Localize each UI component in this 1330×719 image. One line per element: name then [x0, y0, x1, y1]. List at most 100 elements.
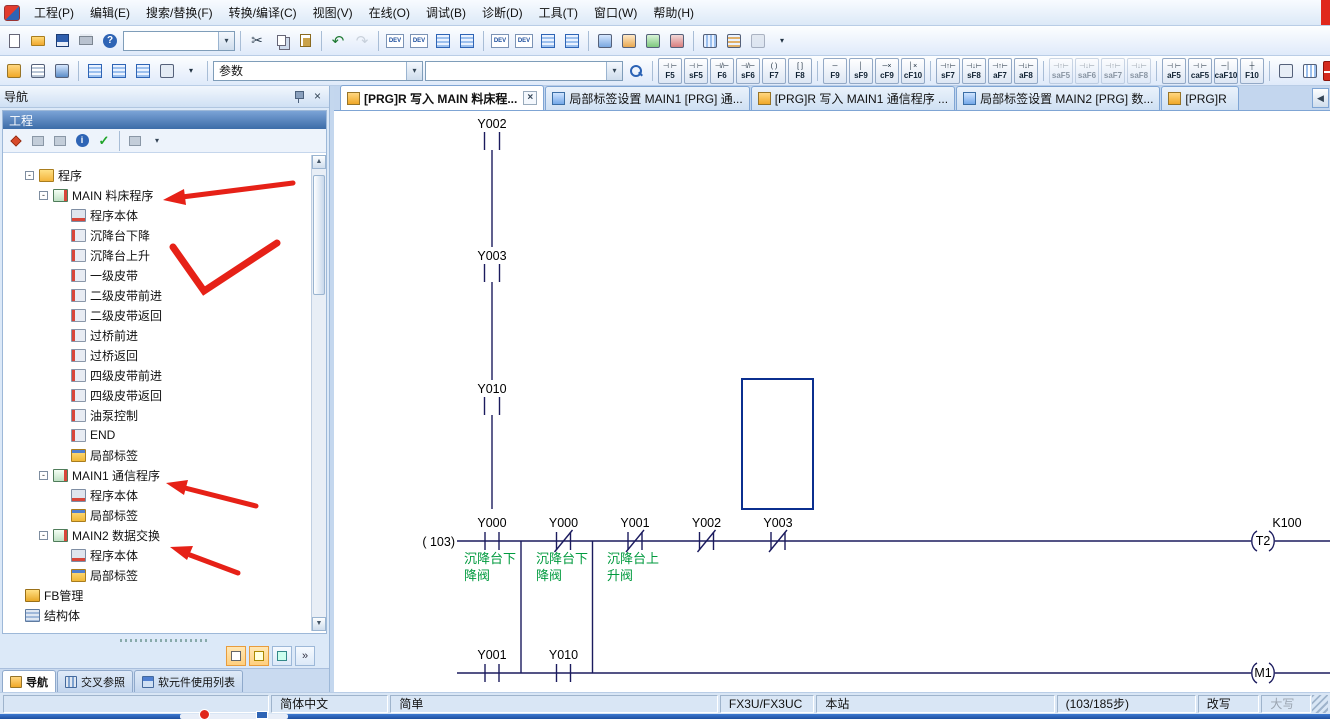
fkey-f6[interactable]: ⊣/⊢F6 — [710, 58, 734, 84]
print-icon[interactable] — [75, 30, 97, 52]
output-window-icon[interactable] — [27, 60, 49, 82]
tree-item-section[interactable]: 四级皮带前进 — [3, 365, 326, 385]
edit-cursor-box[interactable] — [742, 379, 813, 509]
fkey-cf10[interactable]: │×cF10 — [901, 58, 925, 84]
navigation-window-icon[interactable] — [3, 60, 25, 82]
save-layout-icon[interactable] — [272, 646, 292, 666]
inline-st-icon[interactable] — [1275, 60, 1297, 82]
fkey-f5[interactable]: ⊣ ⊢F5 — [658, 58, 682, 84]
tree-item-main2[interactable]: -MAIN2 数据交换 — [3, 525, 326, 545]
resize-grip[interactable] — [1312, 695, 1328, 713]
undo-icon[interactable]: ↶ — [327, 30, 349, 52]
tree-item-program-body[interactable]: 程序本体 — [3, 205, 326, 225]
project-parameter-icon[interactable] — [6, 131, 26, 151]
menu-view[interactable]: 视图(V) — [305, 0, 361, 25]
filter-dropdown-icon[interactable]: ▾ — [147, 131, 167, 151]
tree-item-section[interactable]: 四级皮带返回 — [3, 385, 326, 405]
tree-item-section[interactable]: 过桥前进 — [3, 325, 326, 345]
nav-tab-navigation[interactable]: 导航 — [2, 670, 56, 692]
fkey-cf9[interactable]: ─×cF9 — [875, 58, 899, 84]
device-combo[interactable]: ▾ — [123, 31, 235, 51]
pin-icon[interactable] — [292, 90, 306, 104]
close-icon[interactable]: × — [310, 89, 325, 104]
expander-icon[interactable]: - — [39, 531, 48, 540]
combo-dropdown-icon[interactable]: ▾ — [606, 62, 622, 80]
ladder-editor-icon[interactable] — [84, 60, 106, 82]
tree-item-program-body[interactable]: 程序本体 — [3, 485, 326, 505]
fkey-saf8[interactable]: ⊣↓⊢saF8 — [1127, 58, 1151, 84]
simulation-icon[interactable] — [747, 30, 769, 52]
menu-edit[interactable]: 编辑(E) — [82, 0, 138, 25]
edit-mode-icon[interactable] — [249, 646, 269, 666]
combo-dropdown-icon[interactable]: ▾ — [406, 62, 422, 80]
toolbar-overflow-icon[interactable]: ▾ — [771, 30, 793, 52]
expander-icon[interactable]: - — [25, 171, 34, 180]
tree-item-program-folder[interactable]: -程序 — [3, 165, 326, 185]
fkey-f10[interactable]: ┼F10 — [1240, 58, 1264, 84]
search-icon[interactable] — [625, 60, 647, 82]
fkey-sf6[interactable]: ⊣/⊢sF6 — [736, 58, 760, 84]
copy-icon[interactable] — [270, 30, 292, 52]
new-project-icon[interactable] — [3, 30, 25, 52]
close-icon[interactable]: × — [523, 91, 537, 105]
menu-project[interactable]: 工程(P) — [26, 0, 82, 25]
scroll-down-icon[interactable]: ▼ — [312, 617, 326, 631]
tree-item-local-label[interactable]: 局部标签 — [3, 505, 326, 525]
open-project-icon[interactable] — [27, 30, 49, 52]
fkey-saf5[interactable]: ⊣↑⊢saF5 — [1049, 58, 1073, 84]
edit-lock-icon[interactable] — [1323, 61, 1330, 81]
program-list-icon[interactable] — [561, 30, 583, 52]
fkey-saf7[interactable]: ⊣↑⊢saF7 — [1101, 58, 1125, 84]
tree-item-local-label[interactable]: 局部标签 — [3, 565, 326, 585]
device-monitor-icon[interactable]: DEV — [408, 30, 430, 52]
sort-icon[interactable] — [226, 646, 246, 666]
panel-resize-handle[interactable] — [0, 636, 329, 644]
cut-icon[interactable]: ✂ — [246, 30, 268, 52]
menu-tools[interactable]: 工具(T) — [531, 0, 586, 25]
fkey-caf10[interactable]: ─│caF10 — [1214, 58, 1238, 84]
tree-item-section[interactable]: 二级皮带前进 — [3, 285, 326, 305]
zoom-icon[interactable] — [156, 60, 178, 82]
ladder-canvas[interactable]: Y002 Y003 Y010 ( 103) Y000 Y000 Y001 Y00… — [334, 111, 1330, 692]
sampling-trace-icon[interactable] — [537, 30, 559, 52]
tree-item-section[interactable]: 油泵控制 — [3, 405, 326, 425]
menu-debug[interactable]: 调试(B) — [418, 0, 474, 25]
tree-item-end[interactable]: END — [3, 425, 326, 445]
parameter-combo[interactable]: 参数▾ — [213, 61, 423, 81]
nav-tab-device-list[interactable]: 软元件使用列表 — [134, 670, 243, 692]
device-batch-monitor-icon[interactable]: DEV — [489, 30, 511, 52]
stl-instruction-icon[interactable] — [1299, 60, 1321, 82]
tree-item-structure[interactable]: 结构体 — [3, 605, 326, 625]
write-to-plc-icon[interactable] — [594, 30, 616, 52]
buffer-memory-icon[interactable]: DEV — [513, 30, 535, 52]
verify-with-plc-icon[interactable] — [642, 30, 664, 52]
taskbar-app-icon-red[interactable] — [199, 709, 210, 719]
tab-scroll-left-icon[interactable]: ◀ — [1312, 88, 1329, 108]
info-icon[interactable]: i — [72, 131, 92, 151]
tree-item-program-body[interactable]: 程序本体 — [3, 545, 326, 565]
fkey-saf6[interactable]: ⊣↓⊢saF6 — [1075, 58, 1099, 84]
tree-item-section[interactable]: 一级皮带 — [3, 265, 326, 285]
scroll-up-icon[interactable]: ▲ — [312, 155, 326, 169]
ladder-monitor-icon[interactable] — [432, 30, 454, 52]
doc-tab-main1-program[interactable]: [PRG]R 写入 MAIN1 通信程序 ... — [751, 86, 955, 110]
watch-window-icon[interactable] — [456, 30, 478, 52]
zoom-dropdown-icon[interactable]: ▾ — [180, 60, 202, 82]
doc-tab-main2-program[interactable]: [PRG]R — [1161, 86, 1239, 110]
fkey-sf9[interactable]: │sF9 — [849, 58, 873, 84]
filter-icon[interactable] — [125, 131, 145, 151]
save-icon[interactable] — [51, 30, 73, 52]
scrollbar-thumb[interactable] — [313, 175, 325, 295]
menu-diagnostics[interactable]: 诊断(D) — [474, 0, 531, 25]
tree-item-section[interactable]: 过桥返回 — [3, 345, 326, 365]
remote-operation-icon[interactable] — [666, 30, 688, 52]
fkey-caf5[interactable]: ⊣ ⊢caF5 — [1188, 58, 1212, 84]
tree-item-section[interactable]: 沉降台上升 — [3, 245, 326, 265]
combo-dropdown-icon[interactable]: ▾ — [218, 32, 234, 50]
fkey-f7[interactable]: ( )F7 — [762, 58, 786, 84]
device-memory-icon[interactable]: DEV — [384, 30, 406, 52]
label-editor-icon[interactable] — [132, 60, 154, 82]
fkey-f8[interactable]: [ ]F8 — [788, 58, 812, 84]
doc-tab-main-program[interactable]: [PRG]R 写入 MAIN 料床程...× — [340, 85, 544, 110]
fkey-sf8[interactable]: ⊣↓⊢sF8 — [962, 58, 986, 84]
